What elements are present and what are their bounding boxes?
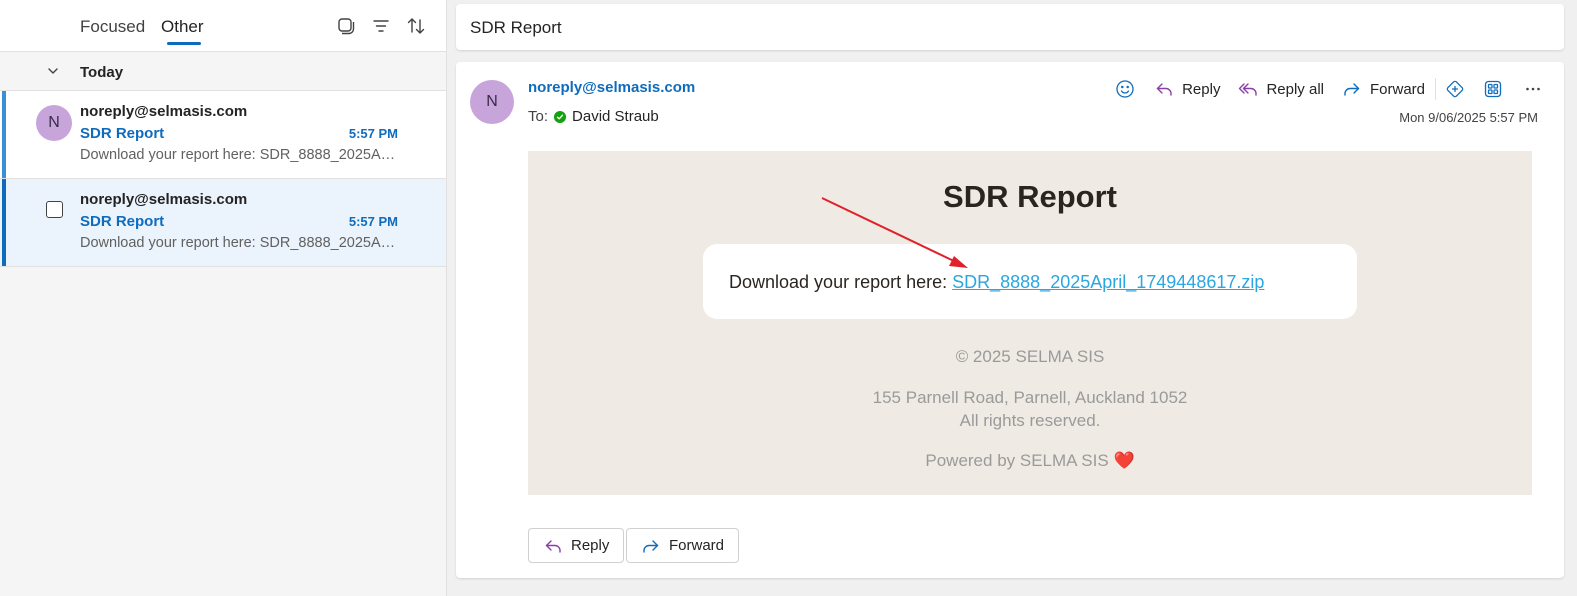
copyright-text: © 2025 SELMA SIS [955, 347, 1105, 366]
message-checkbox[interactable] [46, 201, 63, 218]
download-box: Download your report here: SDR_8888_2025… [703, 244, 1357, 319]
message-preview: Download your report here: SDR_8888_2025… [80, 147, 396, 163]
forward-icon [643, 539, 659, 553]
bottom-reply-button[interactable]: Reply [528, 528, 625, 563]
forward-button[interactable]: Forward [1342, 79, 1425, 99]
group-header-today[interactable]: Today [0, 52, 446, 91]
presence-available-icon [554, 110, 567, 123]
page-title: SDR Report [470, 18, 562, 37]
subject-bar: SDR Report [456, 4, 1564, 50]
powered-by-text: Powered by SELMA SIS [925, 451, 1109, 470]
sender-email[interactable]: noreply@selmasis.com [528, 79, 695, 96]
download-line: Download your report here: SDR_8888_2025… [729, 272, 1264, 293]
immersive-reader-icon[interactable] [1444, 78, 1466, 100]
reply-button[interactable]: Reply [1154, 79, 1220, 99]
tab-other[interactable]: Other [161, 17, 204, 45]
selected-accent [2, 179, 6, 266]
chevron-down-icon [48, 68, 58, 74]
filter-icon[interactable] [371, 16, 391, 36]
message-date: Mon 9/06/2025 5:57 PM [1399, 110, 1538, 125]
message-time: 5:57 PM [348, 214, 398, 229]
select-mode-icon[interactable] [336, 16, 356, 36]
emoji-react-icon[interactable] [1114, 78, 1136, 100]
tab-focused[interactable]: Focused [80, 17, 145, 37]
forward-icon [1344, 83, 1360, 96]
powered-by-line: Powered by SELMA SIS ❤️ [528, 451, 1532, 471]
message-preview: Download your report here: SDR_8888_2025… [80, 235, 396, 251]
message-time: 5:57 PM [348, 126, 398, 141]
reply-all-icon [1239, 83, 1258, 96]
recipient-name[interactable]: David Straub [572, 108, 659, 125]
bottom-reply-label: Reply [571, 537, 610, 554]
avatar: N [36, 105, 72, 141]
reply-label: Reply [1182, 80, 1221, 98]
email-body: SDR Report Download your report here: SD… [528, 151, 1532, 495]
address-text: 155 Parnell Road, Parnell, Auckland 1052 [872, 388, 1188, 407]
message-list-pane: Focused Other Today N noreply@selmasis.c… [0, 0, 447, 596]
reply-icon [1156, 83, 1172, 96]
rights-text: All rights reserved. [959, 411, 1101, 430]
message-subject: SDR Report [80, 125, 165, 142]
more-options-icon[interactable] [1522, 78, 1544, 100]
message-card: N noreply@selmasis.com To: David Straub … [456, 62, 1564, 578]
to-label: To: [528, 108, 549, 125]
bottom-forward-button[interactable]: Forward [626, 528, 740, 563]
reply-all-button[interactable]: Reply all [1238, 79, 1324, 99]
message-actions: Reply Reply all Forward [1098, 76, 1544, 102]
toolbar-divider [1435, 78, 1436, 100]
avatar: N [470, 80, 514, 124]
to-line: To: David Straub [528, 108, 659, 125]
list-item[interactable]: N noreply@selmasis.com SDR Report 5:57 P… [0, 91, 446, 179]
group-label: Today [80, 64, 124, 81]
report-download-link[interactable]: SDR_8888_2025April_1749448617.zip [952, 272, 1264, 292]
list-item[interactable]: noreply@selmasis.com SDR Report 5:57 PM … [0, 179, 446, 267]
sort-icon[interactable] [406, 16, 426, 36]
message-sender: noreply@selmasis.com [80, 103, 248, 120]
bottom-forward-label: Forward [669, 537, 725, 554]
heart-icon: ❤️ [1113, 451, 1135, 470]
unread-accent [2, 91, 6, 178]
reply-all-label: Reply all [1266, 80, 1324, 98]
email-heading: SDR Report [943, 179, 1117, 214]
download-text: Download your report here: [729, 272, 953, 292]
reply-icon [545, 539, 561, 553]
message-sender: noreply@selmasis.com [80, 191, 248, 208]
list-header: Focused Other [0, 0, 446, 52]
apps-icon[interactable] [1482, 78, 1504, 100]
forward-label: Forward [1369, 80, 1425, 98]
message-subject: SDR Report [80, 213, 165, 230]
